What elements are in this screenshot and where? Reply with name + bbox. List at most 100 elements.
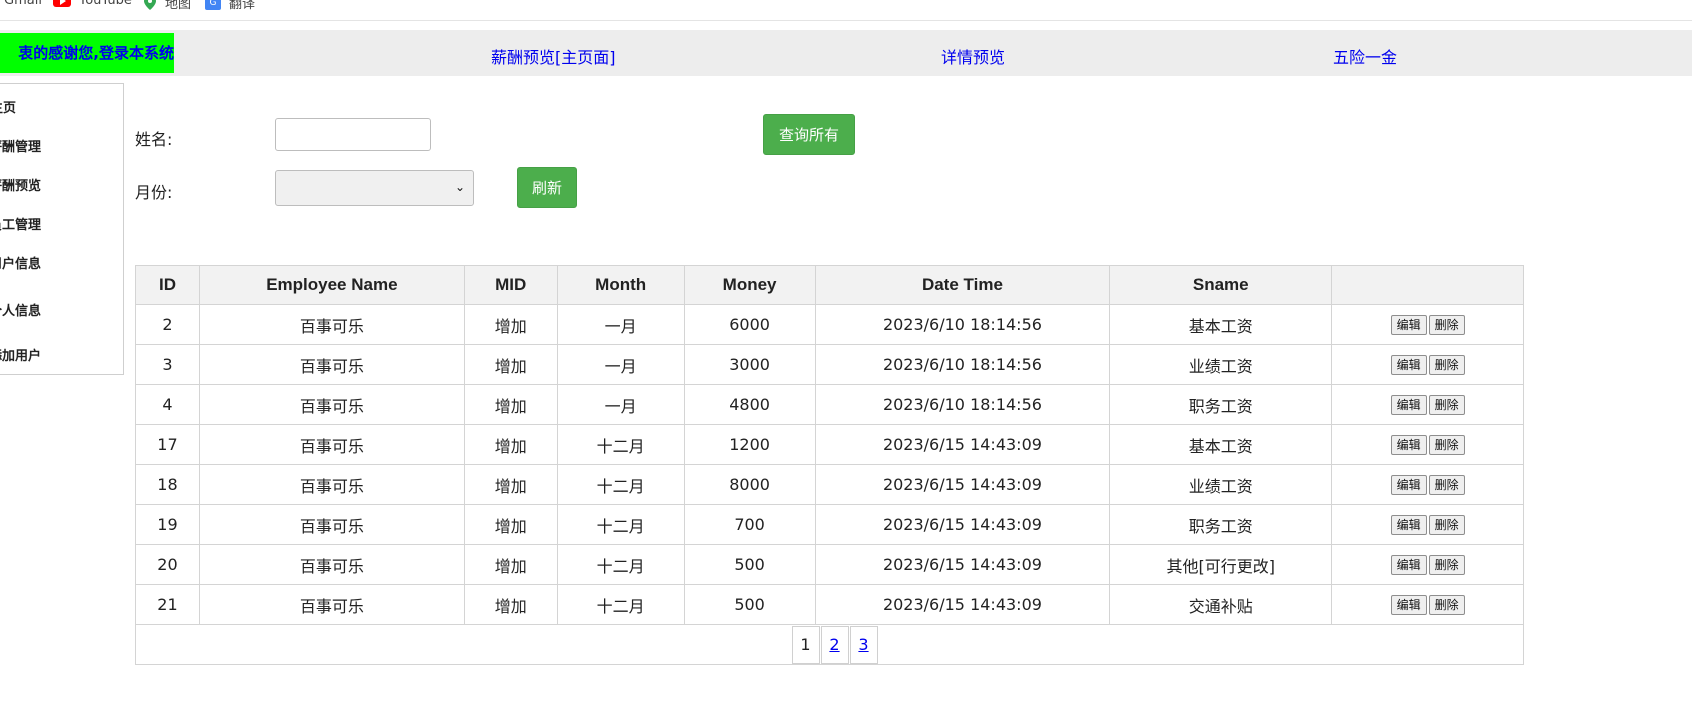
cell-sname: 职务工资 [1109, 384, 1333, 425]
page-current: 1 [791, 625, 820, 664]
cell-mid: 增加 [463, 424, 558, 465]
bookmark-translate[interactable]: G 翻译 [205, 0, 255, 12]
cell-actions: 编辑 删除 [1331, 584, 1524, 625]
table-row: 3 百事可乐 增加 一月 3000 2023/6/10 18:14:56 业绩工资 编辑 删除 [135, 344, 1524, 385]
edit-button[interactable]: 编辑 [1390, 555, 1427, 575]
header-date-time: Date Time [814, 265, 1111, 305]
cell-sname: 基本工资 [1109, 304, 1333, 345]
refresh-button[interactable]: 刷新 [517, 167, 577, 208]
sidebar-item-employee-manage[interactable]: 员工管理 [0, 214, 41, 233]
cell-money: 700 [683, 504, 816, 545]
cell-date-time: 2023/6/15 14:43:09 [814, 424, 1111, 465]
cell-sname: 其他[可行更改] [1109, 544, 1333, 585]
delete-button[interactable]: 删除 [1428, 555, 1465, 575]
query-all-button[interactable]: 查询所有 [763, 114, 855, 155]
page-link-3[interactable]: 3 [849, 625, 878, 664]
bookmark-youtube[interactable]: YouTube [53, 0, 132, 8]
nav-detail-preview[interactable]: 详情预览 [941, 44, 1005, 68]
edit-button[interactable]: 编辑 [1390, 355, 1427, 375]
cell-month: 十二月 [556, 424, 685, 465]
cell-sname: 交通补贴 [1109, 584, 1333, 625]
table-row: 2 百事可乐 增加 一月 6000 2023/6/10 18:14:56 基本工资 编辑 删除 [135, 304, 1524, 345]
table-row: 20 百事可乐 增加 十二月 500 2023/6/15 14:43:09 其他[可行更改]… [135, 544, 1524, 585]
bookmark-maps[interactable]: 地图 [143, 0, 191, 12]
sidebar-item-home[interactable]: 主页 [0, 97, 16, 116]
name-input[interactable] [275, 118, 431, 151]
cell-date-time: 2023/6/10 18:14:56 [814, 384, 1111, 425]
cell-actions: 编辑 删除 [1331, 504, 1524, 545]
cell-sname: 业绩工资 [1109, 344, 1333, 385]
cell-money: 4800 [683, 384, 816, 425]
cell-month: 十二月 [556, 544, 685, 585]
edit-button[interactable]: 编辑 [1390, 435, 1427, 455]
cell-employee-name: 百事可乐 [198, 464, 465, 505]
cell-mid: 增加 [463, 344, 558, 385]
cell-actions: 编辑 删除 [1331, 304, 1524, 345]
cell-actions: 编辑 删除 [1331, 344, 1524, 385]
cell-date-time: 2023/6/10 18:14:56 [814, 304, 1111, 345]
delete-button[interactable]: 删除 [1428, 315, 1465, 335]
cell-employee-name: 百事可乐 [198, 584, 465, 625]
table-row: 17 百事可乐 增加 十二月 1200 2023/6/15 14:43:09 基本工资 编辑删… [135, 424, 1524, 465]
cell-actions: 编辑 删除 [1331, 464, 1524, 505]
sidebar-item-salary-preview[interactable]: 薪酬预览 [0, 175, 41, 194]
cell-actions: 编辑 删除 [1331, 544, 1524, 585]
sidebar-item-user-info[interactable]: 用户信息 [0, 253, 41, 272]
header-actions [1331, 265, 1524, 305]
salary-table: ID Employee Name MID Month Money Date Ti… [135, 265, 1524, 665]
cell-actions: 编辑 删除 [1331, 384, 1524, 425]
table-row: 21 百事可乐 增加 十二月 500 2023/6/15 14:43:09 交通补贴 编辑 删除 [135, 584, 1524, 625]
delete-button[interactable]: 删除 [1428, 475, 1465, 495]
cell-employee-name: 百事可乐 [198, 344, 465, 385]
youtube-icon [53, 0, 71, 7]
cell-month: 十二月 [556, 504, 685, 545]
cell-id: 2 [135, 304, 200, 345]
bookmark-gmail[interactable]: Gmail [4, 0, 42, 8]
header-month: Month [556, 265, 685, 305]
cell-date-time: 2023/6/10 18:14:56 [814, 344, 1111, 385]
cell-id: 19 [135, 504, 200, 545]
cell-mid: 增加 [463, 384, 558, 425]
cell-sname: 基本工资 [1109, 424, 1333, 465]
cell-employee-name: 百事可乐 [198, 384, 465, 425]
cell-date-time: 2023/6/15 14:43:09 [814, 584, 1111, 625]
header-mid: MID [463, 265, 558, 305]
delete-button[interactable]: 删除 [1428, 355, 1465, 375]
cell-money: 500 [683, 544, 816, 585]
edit-button[interactable]: 编辑 [1390, 395, 1427, 415]
cell-money: 1200 [683, 424, 816, 465]
header-id: ID [135, 265, 200, 305]
cell-money: 500 [683, 584, 816, 625]
edit-button[interactable]: 编辑 [1390, 595, 1427, 615]
delete-button[interactable]: 删除 [1428, 595, 1465, 615]
page-link-2[interactable]: 2 [820, 625, 849, 664]
cell-id: 3 [135, 344, 200, 385]
edit-button[interactable]: 编辑 [1390, 475, 1427, 495]
cell-money: 3000 [683, 344, 816, 385]
cell-date-time: 2023/6/15 14:43:09 [814, 464, 1111, 505]
cell-id: 18 [135, 464, 200, 505]
sidebar-item-salary-manage[interactable]: 薪酬管理 [0, 136, 41, 155]
edit-button[interactable]: 编辑 [1390, 515, 1427, 535]
delete-button[interactable]: 删除 [1428, 395, 1465, 415]
nav-insurance-fund[interactable]: 五险一金 [1333, 44, 1397, 68]
delete-button[interactable]: 删除 [1428, 435, 1465, 455]
cell-mid: 增加 [463, 464, 558, 505]
sidebar-item-personal-info[interactable]: 个人信息 [0, 300, 41, 319]
top-nav: 衷的感谢您,登录本系统 薪酬预览[主页面] 详情预览 五险一金 [0, 30, 1692, 76]
cell-mid: 增加 [463, 544, 558, 585]
sidebar-item-add-user[interactable]: 添加用户 [0, 345, 41, 364]
month-select[interactable]: ⌄ [275, 170, 474, 206]
cell-id: 20 [135, 544, 200, 585]
cell-month: 一月 [556, 344, 685, 385]
header-employee-name: Employee Name [198, 265, 465, 305]
welcome-banner: 衷的感谢您,登录本系统 [0, 33, 174, 73]
nav-salary-preview-main[interactable]: 薪酬预览[主页面] [491, 44, 616, 68]
cell-mid: 增加 [463, 304, 558, 345]
cell-employee-name: 百事可乐 [198, 424, 465, 465]
delete-button[interactable]: 删除 [1428, 515, 1465, 535]
cell-employee-name: 百事可乐 [198, 544, 465, 585]
cell-actions: 编辑 删除 [1331, 424, 1524, 465]
cell-month: 十二月 [556, 584, 685, 625]
edit-button[interactable]: 编辑 [1390, 315, 1427, 335]
